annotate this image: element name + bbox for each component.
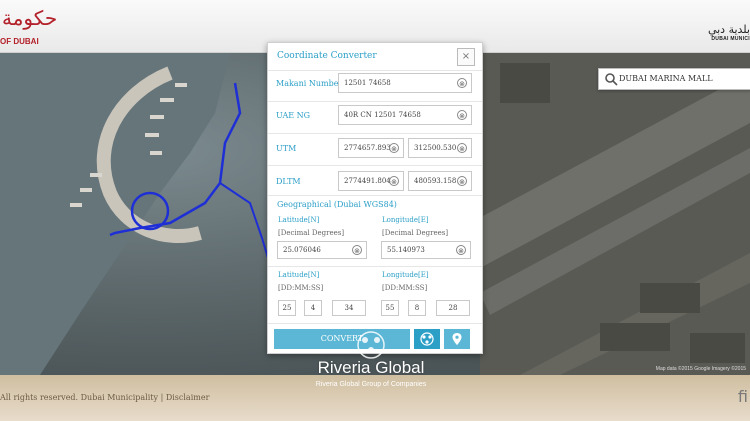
municipality-english-text: DUBAI MUNICI bbox=[711, 36, 750, 42]
utm-northing-field[interactable]: 2774657.893 ⊗ bbox=[338, 138, 404, 158]
clear-icon[interactable]: ⊗ bbox=[389, 176, 399, 186]
pin-location-button[interactable] bbox=[444, 329, 470, 349]
field-value: 55.140973 bbox=[387, 246, 425, 254]
dltm-easting-field[interactable]: 480593.158 ⊗ bbox=[408, 171, 472, 191]
watermark-logo-icon bbox=[357, 331, 385, 359]
longitude-seconds-field[interactable]: 28 bbox=[436, 300, 470, 316]
longitude-dms-label: Longitude[E] bbox=[382, 271, 429, 279]
longitude-dms-format: [DD:MM:SS] bbox=[382, 284, 428, 292]
map-attribution: Map data ©2015 Google Imagery ©2015 bbox=[655, 366, 746, 372]
dltm-northing-field[interactable]: 2774491.804 ⊗ bbox=[338, 171, 404, 191]
utm-label: UTM bbox=[276, 144, 297, 153]
latitude-format-label: [Decimal Degrees] bbox=[278, 229, 345, 237]
longitude-decimal-field[interactable]: 55.140973 ⊗ bbox=[381, 241, 471, 259]
footer-logo-icon: fi bbox=[737, 387, 748, 406]
utm-easting-field[interactable]: 312500.530 ⊗ bbox=[408, 138, 472, 158]
field-value: 2774491.804 bbox=[344, 177, 391, 185]
watermark-tagline: Riveria Global Group of Companies bbox=[315, 381, 427, 388]
divider bbox=[268, 195, 482, 196]
divider bbox=[268, 323, 482, 324]
government-of-dubai-logo[interactable]: حكومة OF DUBAI bbox=[0, 4, 57, 48]
divider bbox=[268, 101, 482, 102]
search-input[interactable] bbox=[619, 71, 745, 85]
boundary-line bbox=[219, 182, 269, 259]
makani-number-label: Makani Number bbox=[276, 79, 343, 88]
latitude-decimal-field[interactable]: 25.076046 ⊗ bbox=[277, 241, 367, 259]
longitude-label: Longitude[E] bbox=[382, 216, 429, 224]
divider bbox=[268, 133, 482, 134]
clear-icon[interactable]: ⊗ bbox=[457, 143, 467, 153]
longitude-format-label: [Decimal Degrees] bbox=[382, 229, 449, 237]
clear-icon[interactable]: ⊗ bbox=[352, 245, 362, 255]
field-value: 480593.158 bbox=[414, 177, 457, 185]
makani-number-field[interactable]: 12501 74658 ⊗ bbox=[338, 73, 472, 93]
latitude-degrees-field[interactable]: 25 bbox=[278, 300, 296, 316]
field-value: 25.076046 bbox=[283, 246, 321, 254]
clear-icon[interactable]: ⊗ bbox=[456, 245, 466, 255]
divider bbox=[268, 165, 482, 166]
municipality-arabic-text: بلدية دبي bbox=[707, 23, 750, 36]
geographical-section-title: Geographical (Dubai WGS84) bbox=[277, 200, 397, 209]
close-button[interactable]: × bbox=[457, 48, 475, 66]
footer-copyright[interactable]: All rights reserved. Dubai Municipality … bbox=[0, 393, 209, 402]
latitude-dms-label: Latitude[N] bbox=[278, 271, 320, 279]
dltm-label: DLTM bbox=[276, 177, 301, 186]
clear-icon[interactable]: ⊗ bbox=[389, 143, 399, 153]
longitude-degrees-field[interactable]: 55 bbox=[381, 300, 399, 316]
uae-ng-field[interactable]: 40R CN 12501 74658 ⊗ bbox=[338, 105, 472, 125]
field-value: 312500.530 bbox=[414, 144, 457, 152]
divider bbox=[268, 266, 482, 267]
latitude-seconds-field[interactable]: 34 bbox=[332, 300, 366, 316]
uae-ng-label: UAE NG bbox=[276, 111, 311, 120]
field-value: 40R CN 12501 74658 bbox=[344, 111, 421, 119]
clear-icon[interactable]: ⊗ bbox=[457, 110, 467, 120]
map-pin-icon bbox=[452, 333, 462, 345]
clear-icon[interactable]: ⊗ bbox=[457, 176, 467, 186]
latitude-minutes-field[interactable]: 4 bbox=[304, 300, 322, 316]
coordinate-converter-dialog: Coordinate Converter × Makani Number 125… bbox=[267, 42, 483, 354]
field-value: 12501 74658 bbox=[344, 79, 391, 87]
logo-arabic-text: حكومة bbox=[2, 6, 58, 30]
longitude-minutes-field[interactable]: 8 bbox=[408, 300, 426, 316]
latitude-dms-format: [DD:MM:SS] bbox=[278, 284, 324, 292]
map-search-box[interactable] bbox=[598, 68, 750, 90]
clear-icon[interactable]: ⊗ bbox=[457, 78, 467, 88]
search-icon[interactable] bbox=[604, 72, 618, 86]
riveria-global-watermark: Riveria Global Riveria Global Group of C… bbox=[296, 330, 446, 390]
field-value: 2774657.893 bbox=[344, 144, 391, 152]
dubai-municipality-logo[interactable]: بلدية دبي DUBAI MUNICI bbox=[702, 24, 750, 46]
divider bbox=[268, 70, 482, 71]
dialog-title: Coordinate Converter bbox=[277, 51, 377, 61]
latitude-label: Latitude[N] bbox=[278, 216, 320, 224]
watermark-name: Riveria Global bbox=[317, 358, 425, 377]
logo-english-text: OF DUBAI bbox=[0, 37, 39, 46]
